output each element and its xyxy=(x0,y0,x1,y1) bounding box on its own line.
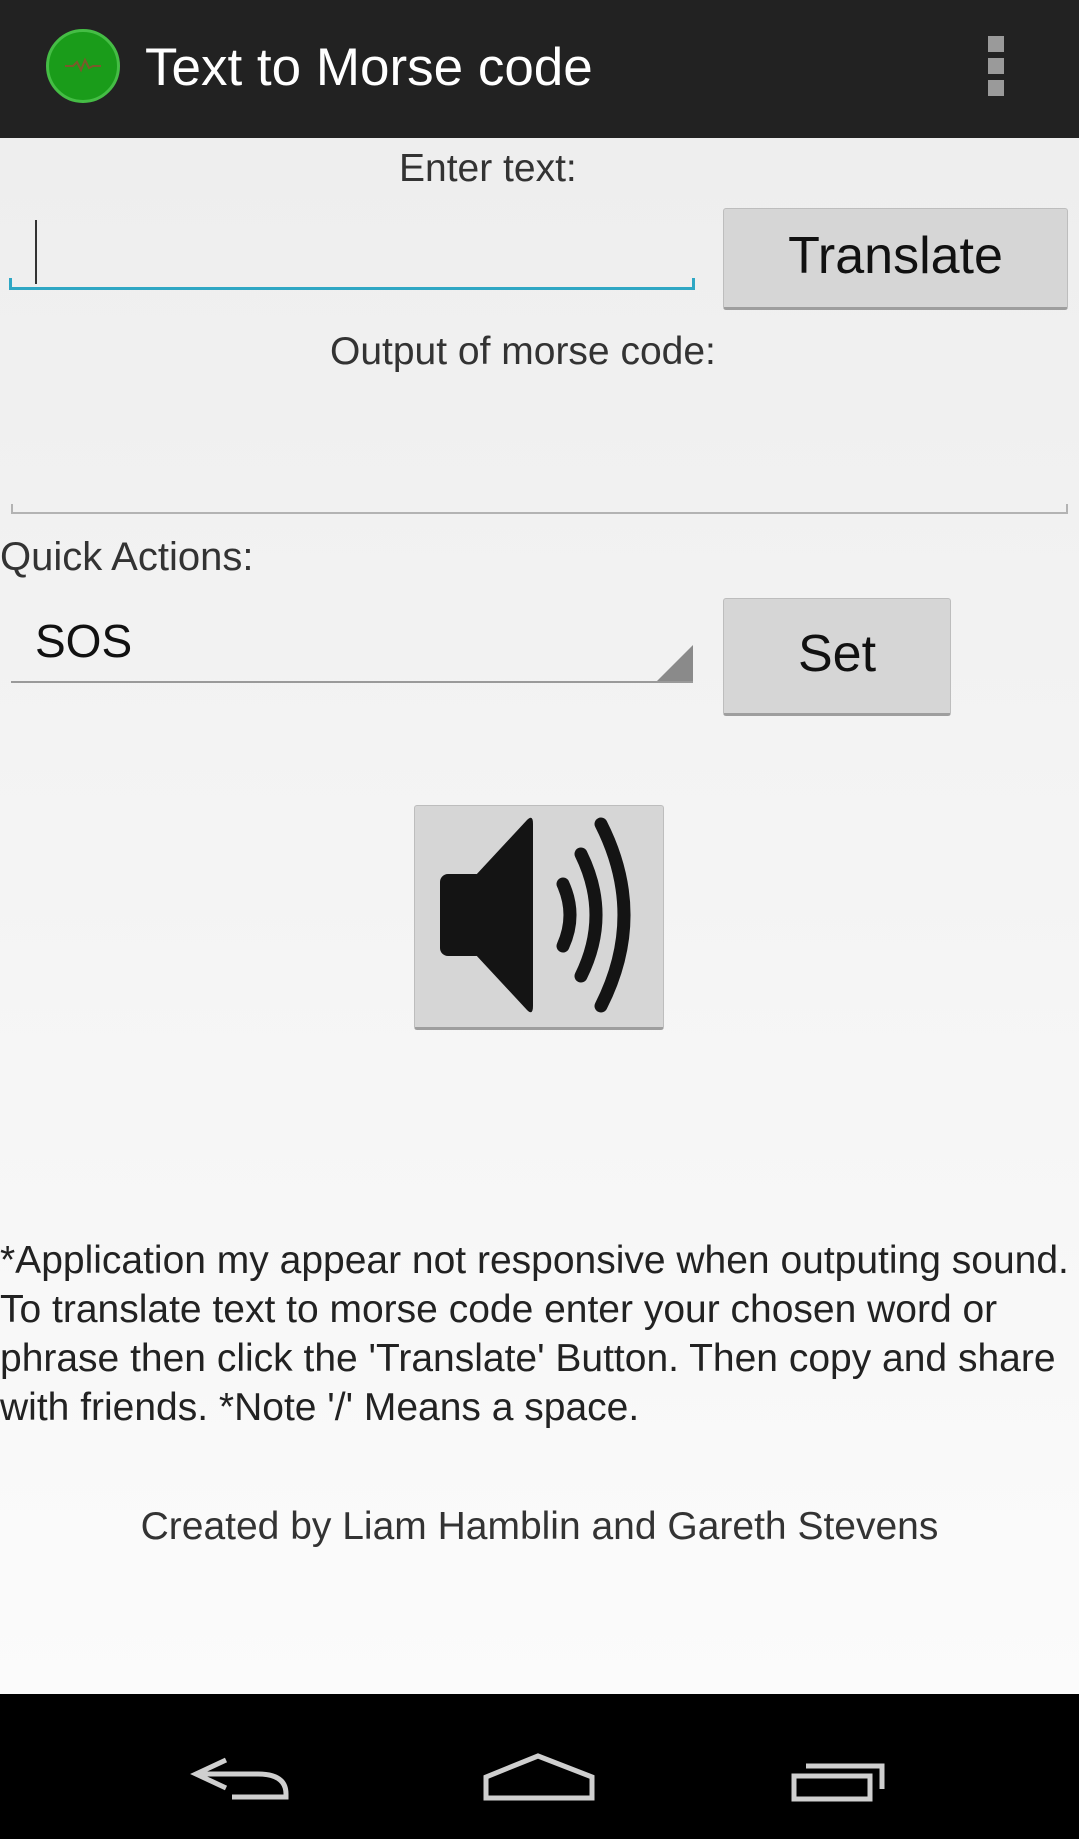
overflow-menu-icon[interactable] xyxy=(980,30,1010,102)
recent-apps-icon[interactable] xyxy=(740,1694,940,1839)
morse-output-field[interactable] xyxy=(11,368,1068,514)
quick-actions-selected: SOS xyxy=(35,615,133,667)
text-input[interactable] xyxy=(9,208,695,290)
credits-text: Created by Liam Hamblin and Gareth Steve… xyxy=(140,1505,939,1548)
play-sound-button[interactable] xyxy=(414,805,664,1030)
action-bar: Text to Morse code xyxy=(0,0,1079,138)
navigation-bar xyxy=(0,1694,1079,1839)
enter-text-label: Enter text: xyxy=(399,147,577,190)
set-button[interactable]: Set xyxy=(723,598,951,716)
translate-button[interactable]: Translate xyxy=(723,208,1068,310)
main-content: Enter text: Translate Output of morse co… xyxy=(0,138,1079,1694)
instructions-text: *Application my appear not responsive wh… xyxy=(0,1239,1069,1429)
dropdown-arrow-icon xyxy=(657,645,693,681)
text-cursor xyxy=(35,220,37,284)
quick-actions-dropdown[interactable]: SOS xyxy=(11,608,693,683)
home-icon[interactable] xyxy=(440,1694,640,1839)
speaker-icon xyxy=(440,817,631,1013)
quick-actions-label: Quick Actions: xyxy=(0,535,254,579)
back-icon[interactable] xyxy=(140,1694,340,1839)
app-logo-icon xyxy=(46,29,120,103)
screen: Text to Morse code Enter text: Translate… xyxy=(0,0,1079,1839)
app-title: Text to Morse code xyxy=(145,38,593,97)
